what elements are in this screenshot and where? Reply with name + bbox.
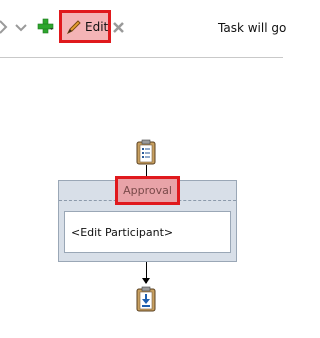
- plus-icon[interactable]: [37, 18, 55, 36]
- chevron-down-icon[interactable]: [14, 20, 28, 34]
- edit-label: Edit: [85, 19, 109, 34]
- edit-button[interactable]: Edit: [59, 10, 111, 43]
- clipboard-checklist-icon[interactable]: [136, 139, 156, 165]
- task-description-text: Task will go: [218, 21, 287, 35]
- pencil-icon: [66, 19, 82, 35]
- diamond-icon[interactable]: [0, 20, 14, 34]
- edit-participant-box[interactable]: <Edit Participant>: [64, 211, 231, 253]
- download-task-icon[interactable]: [136, 286, 156, 312]
- close-icon[interactable]: [112, 21, 126, 35]
- approval-stage-label[interactable]: Approval: [115, 176, 180, 205]
- arrow-head-icon: [142, 278, 150, 284]
- toolbar: Edit Task will go: [0, 0, 287, 58]
